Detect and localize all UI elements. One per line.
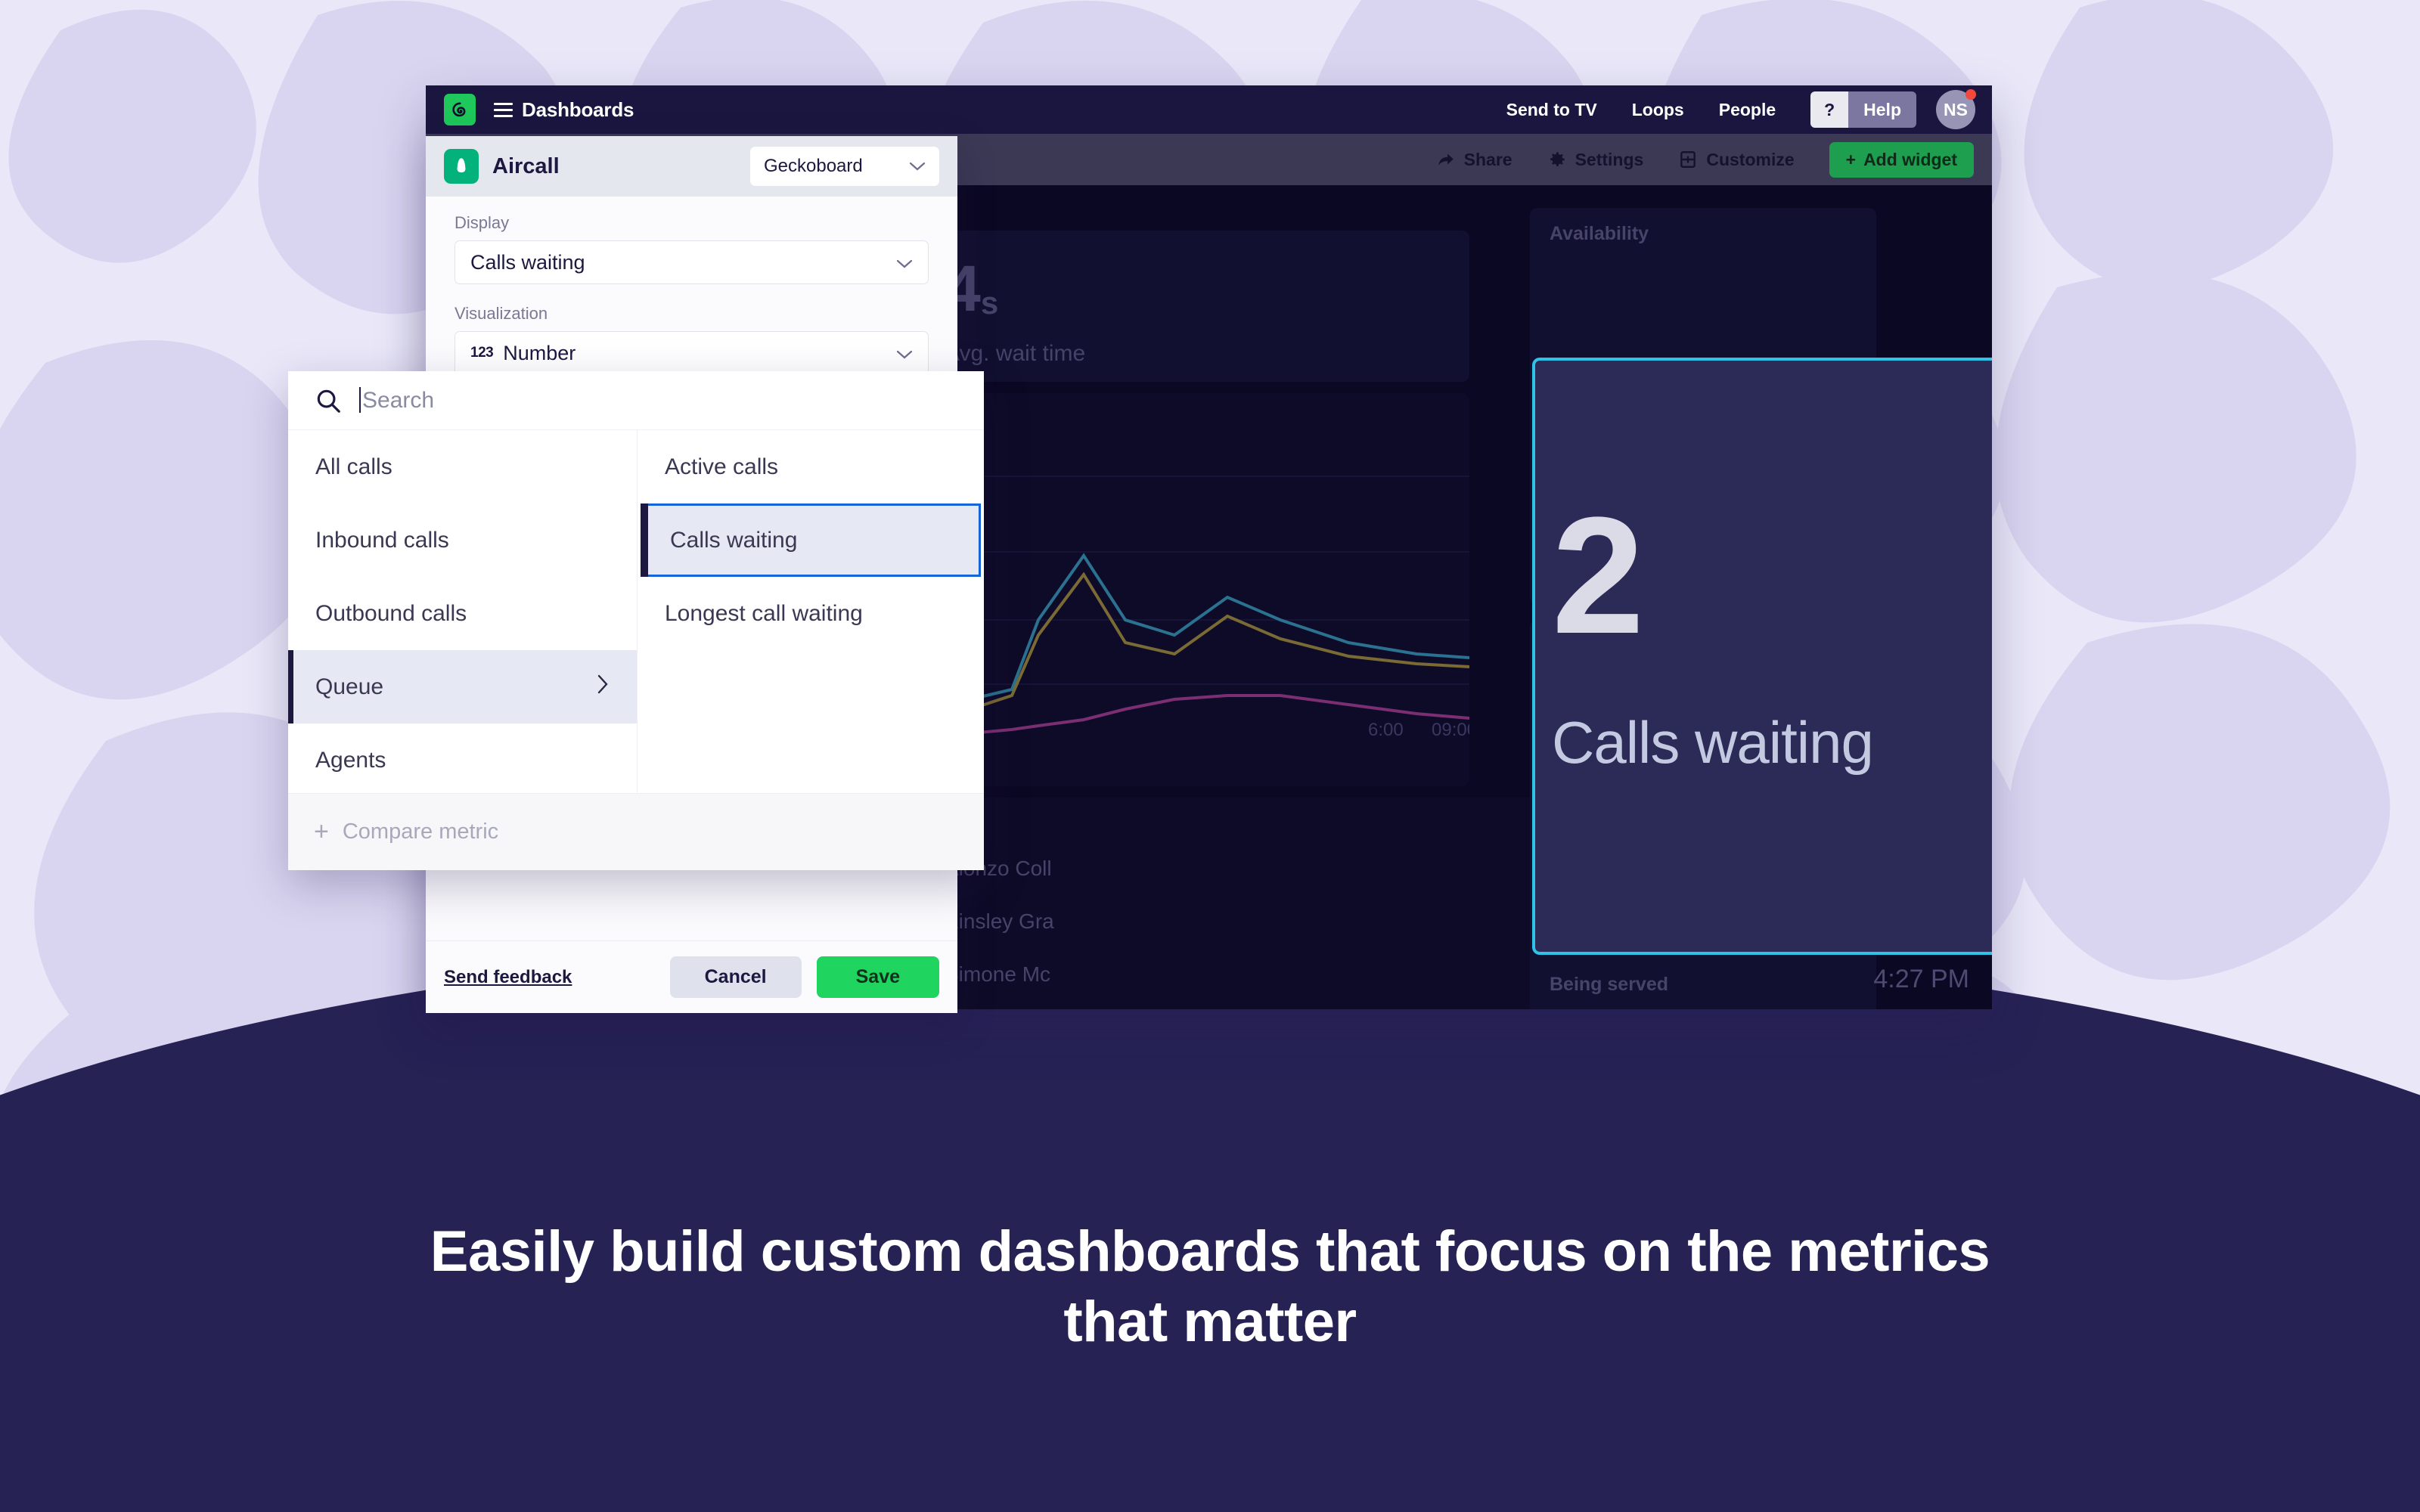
- plus-icon: +: [314, 817, 329, 846]
- availability-title: Availability: [1550, 223, 1649, 244]
- cancel-button[interactable]: Cancel: [669, 956, 802, 998]
- preview-label: Calls waiting: [1552, 709, 1874, 776]
- metric-picker-columns: All calls Inbound calls Outbound calls Q…: [288, 430, 984, 793]
- help-label[interactable]: Help: [1848, 91, 1916, 128]
- chevron-down-icon: [909, 156, 926, 177]
- metric-category-outbound-calls[interactable]: Outbound calls: [288, 577, 637, 650]
- save-button[interactable]: Save: [816, 956, 939, 998]
- top-nav-right-group: Send to TV Loops People ? Help NS: [1506, 89, 1992, 129]
- help-button-group[interactable]: ? Help: [1810, 91, 1916, 128]
- integration-name: Aircall: [492, 153, 560, 178]
- nav-link-loops[interactable]: Loops: [1632, 100, 1684, 120]
- visualization-select-value: Number: [503, 341, 576, 364]
- avg-wait-unit: s: [980, 285, 999, 321]
- metric-item-label: Active calls: [665, 454, 779, 479]
- metric-category-column: All calls Inbound calls Outbound calls Q…: [288, 430, 638, 793]
- widget-being-served[interactable]: Being served: [1530, 953, 1876, 1009]
- text-caret: [359, 387, 361, 413]
- metric-category-all-calls[interactable]: All calls: [288, 430, 637, 503]
- metric-list-column: Active calls Calls waiting Longest call …: [638, 430, 984, 793]
- page-caption: Easily build custom dashboards that focu…: [430, 1219, 1990, 1354]
- widget-line-chart[interactable]: 6:00 09:00: [925, 393, 1469, 786]
- table-row: Simone Mc: [945, 962, 1051, 986]
- compare-metric-label: Compare metric: [342, 820, 499, 844]
- chevron-down-icon: [896, 342, 913, 365]
- metric-category-label: All calls: [315, 454, 392, 479]
- display-field-label: Display: [455, 213, 510, 232]
- metric-category-label: Queue: [315, 674, 384, 699]
- config-panel-body: Display Calls waiting Visualization 123 …: [426, 197, 957, 375]
- metric-item-label: Longest call waiting: [665, 600, 863, 626]
- metric-item-longest-call-waiting[interactable]: Longest call waiting: [638, 577, 984, 650]
- chevron-right-icon: [596, 673, 610, 702]
- widget-preview-calls-waiting[interactable]: 2 Calls waiting: [1532, 358, 1992, 955]
- plus-icon: +: [1845, 149, 1857, 169]
- dashboard-clock: 4:27 PM: [1873, 965, 1969, 993]
- visualization-select[interactable]: 123 Number: [455, 331, 929, 375]
- metric-category-agents[interactable]: Agents: [288, 723, 637, 797]
- account-select-value: Geckoboard: [764, 156, 863, 176]
- settings-label: Settings: [1575, 149, 1644, 169]
- metric-category-inbound-calls[interactable]: Inbound calls: [288, 503, 637, 577]
- geckoboard-logo-icon[interactable]: [444, 94, 476, 125]
- customize-label: Customize: [1706, 149, 1795, 169]
- aircall-logo-icon: [444, 149, 479, 184]
- metric-category-label: Outbound calls: [315, 600, 467, 626]
- hamburger-menu-icon[interactable]: [494, 102, 513, 117]
- metric-item-active-calls[interactable]: Active calls: [638, 430, 984, 503]
- search-input-placeholder: Search: [362, 388, 435, 413]
- number-123-icon: 123: [470, 345, 494, 361]
- share-icon: [1438, 153, 1454, 166]
- metric-category-label: Agents: [315, 747, 386, 773]
- account-select[interactable]: Geckoboard: [750, 147, 939, 186]
- chevron-down-icon: [896, 251, 913, 274]
- metric-item-label: Calls waiting: [670, 527, 798, 553]
- metric-item-calls-waiting[interactable]: Calls waiting: [641, 503, 981, 577]
- preview-value: 2: [1552, 482, 1644, 668]
- config-panel-header: Aircall Geckoboard: [426, 136, 957, 197]
- widget-avg-wait-time[interactable]: 4 s Avg. wait time: [925, 231, 1469, 382]
- nav-link-people[interactable]: People: [1719, 100, 1776, 120]
- display-select[interactable]: Calls waiting: [455, 240, 929, 284]
- help-question-icon[interactable]: ?: [1810, 91, 1849, 128]
- avatar-wrapper[interactable]: NS: [1936, 89, 1976, 129]
- page-root: Dashboards Send to TV Loops People ? Hel…: [0, 0, 2420, 1512]
- share-button[interactable]: Share: [1436, 150, 1512, 170]
- search-input-wrapper[interactable]: Search: [359, 387, 434, 414]
- top-navigation-bar: Dashboards Send to TV Loops People ? Hel…: [426, 85, 1992, 134]
- add-widget-button[interactable]: + Add widget: [1829, 141, 1974, 178]
- settings-button[interactable]: Settings: [1547, 149, 1644, 170]
- avg-wait-label: Avg. wait time: [945, 341, 1086, 366]
- metric-picker-popover: Search All calls Inbound calls Outbound …: [288, 371, 984, 870]
- search-icon: [317, 389, 340, 413]
- table-row: Kinsley Gra: [945, 909, 1054, 933]
- nav-title: Dashboards: [522, 98, 634, 121]
- metric-category-label: Inbound calls: [315, 527, 449, 553]
- share-label: Share: [1463, 149, 1512, 169]
- compare-metric-button[interactable]: + Compare metric: [288, 793, 984, 870]
- chart-axis-label-2: 09:00: [1432, 720, 1469, 740]
- add-widget-label: Add widget: [1863, 149, 1957, 169]
- metric-category-queue[interactable]: Queue: [288, 650, 637, 723]
- customize-button[interactable]: Customize: [1678, 149, 1795, 170]
- nav-link-send-to-tv[interactable]: Send to TV: [1506, 100, 1597, 120]
- notification-dot-icon: [1965, 89, 1976, 100]
- chart-axis-label-1: 6:00: [1368, 720, 1404, 740]
- line-chart-graphic: [925, 476, 1469, 736]
- being-served-title: Being served: [1550, 974, 1669, 995]
- metric-search-row[interactable]: Search: [288, 371, 984, 430]
- customize-icon: [1680, 151, 1696, 168]
- visualization-field-label: Visualization: [455, 304, 548, 323]
- display-select-value: Calls waiting: [470, 250, 585, 274]
- gear-icon: [1550, 152, 1565, 166]
- config-panel-footer: Send feedback Cancel Save: [426, 940, 957, 1013]
- send-feedback-link[interactable]: Send feedback: [444, 967, 572, 988]
